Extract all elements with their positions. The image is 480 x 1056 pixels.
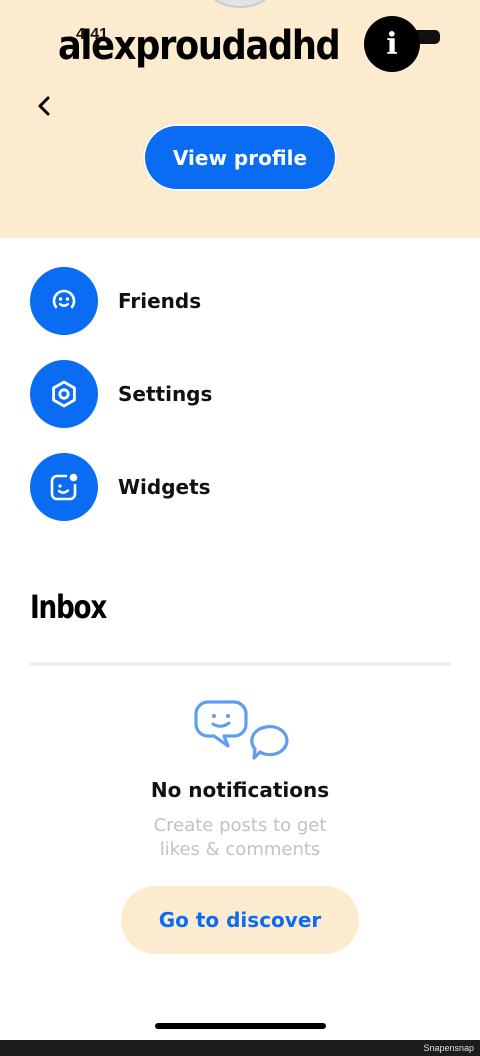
empty-state-line-2: likes & comments [159,839,321,860]
view-profile-button[interactable]: View profile [143,124,337,191]
footer-bar [0,1040,480,1056]
chevron-left-icon [38,96,50,116]
home-indicator[interactable] [155,1023,326,1029]
menu-item-friends[interactable]: Friends [30,267,450,335]
empty-state-title: No notifications [150,778,330,802]
empty-state-line-1: Create posts to get [153,815,327,836]
menu-item-widgets[interactable]: Widgets [30,453,450,521]
back-button[interactable] [28,90,60,122]
username-title: alexproudadhd [58,23,341,69]
widget-smile-dot-icon [30,453,98,521]
menu-item-label: Settings [118,382,213,406]
smiley-face-icon [30,267,98,335]
info-icon[interactable]: i [364,16,420,72]
menu-item-settings[interactable]: Settings [30,360,450,428]
inbox-heading: Inbox [30,588,107,626]
go-to-discover-button[interactable]: Go to discover [121,886,359,954]
avatar[interactable] [192,0,288,8]
profile-header: 4:41 alexproudadhd i View profile [0,0,480,238]
empty-state-subtitle: Create posts to get likes & comments [0,814,480,862]
menu-item-label: Friends [118,289,202,313]
menu-item-label: Widgets [118,475,211,499]
hexagon-nut-icon [30,360,98,428]
chat-bubbles-icon [194,700,289,760]
watermark-text: Snapensnap [423,1043,474,1053]
inbox-divider [30,662,451,666]
